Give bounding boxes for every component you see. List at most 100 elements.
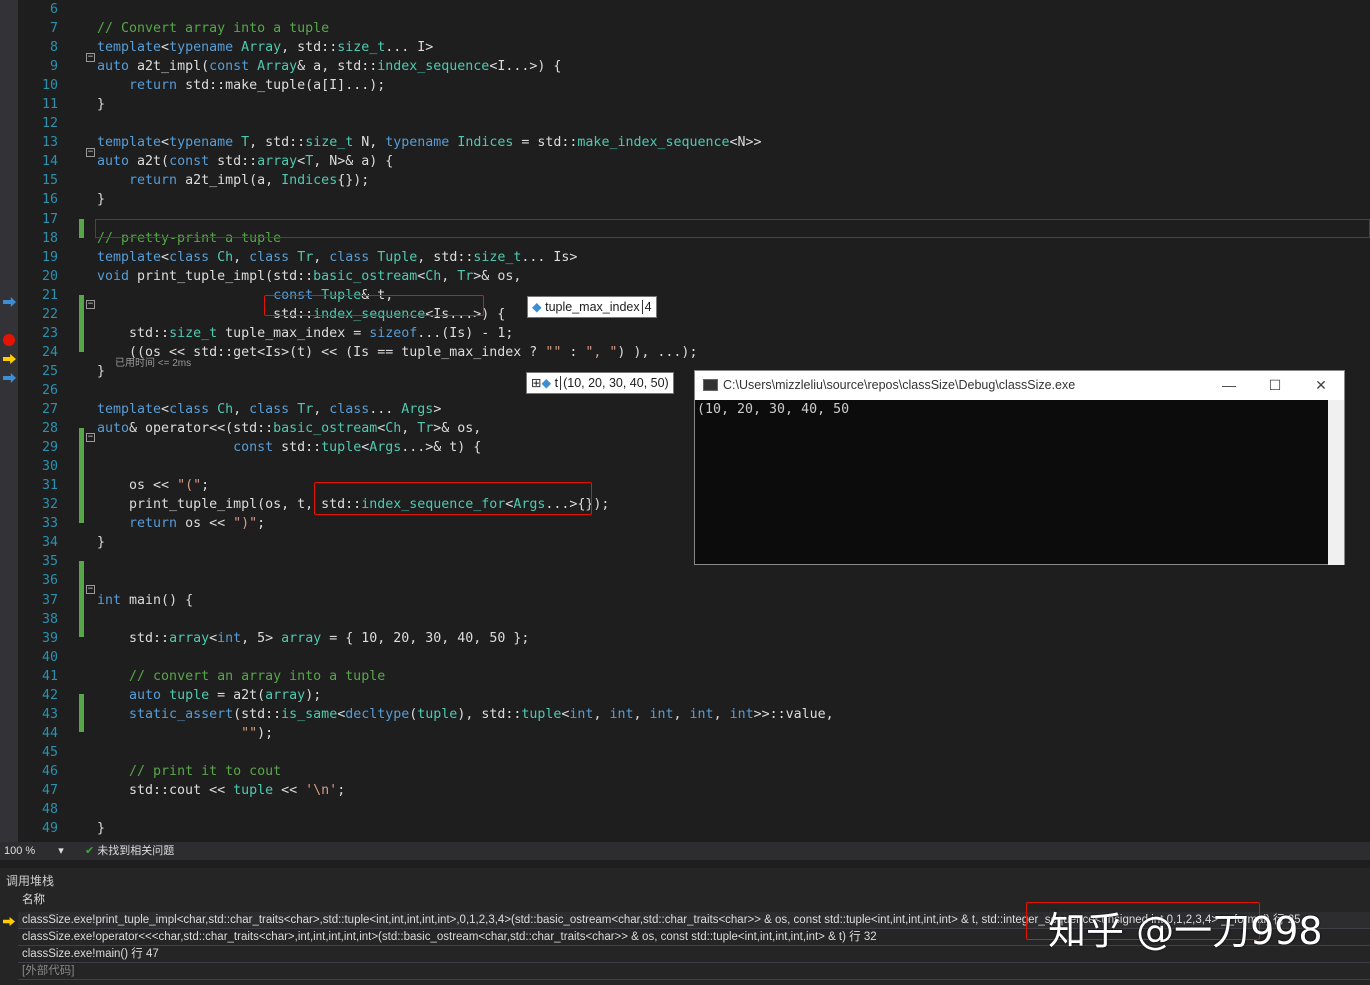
console-scrollbar[interactable]: [1328, 400, 1344, 565]
line-number: 46: [41, 763, 58, 779]
code-line[interactable]: return os << ")";: [97, 514, 265, 533]
current-line-highlight: [95, 219, 1370, 238]
line-number: 8: [49, 40, 58, 56]
line-number: 41: [41, 668, 58, 684]
zoom-dropdown[interactable]: 100 % ▾: [4, 842, 64, 860]
line-number: 21: [41, 287, 58, 303]
code-line[interactable]: // convert an array into a tuple: [97, 667, 385, 686]
console-app-icon: [703, 379, 718, 391]
line-number: 32: [41, 497, 58, 513]
code-line[interactable]: template<class Ch, class Tr, class... Ar…: [97, 400, 441, 419]
line-number: 48: [41, 802, 58, 818]
code-line[interactable]: // Convert array into a tuple: [97, 19, 329, 38]
line-number: 10: [41, 78, 58, 94]
fold-toggle[interactable]: −: [86, 585, 95, 594]
line-number: 13: [41, 135, 58, 151]
code-editor[interactable]: 6 7 // Convert array into a tuple 8 template…: [0, 0, 1370, 842]
fold-toggle[interactable]: −: [86, 53, 95, 62]
line-number: 47: [41, 783, 58, 798]
line-number: 16: [41, 192, 58, 208]
code-line[interactable]: auto& operator<<(std::basic_ostream<Ch, …: [97, 419, 481, 438]
code-line[interactable]: auto a2t(const std::array<T, N>& a) {: [97, 152, 393, 171]
line-number: 18: [41, 230, 58, 246]
datatip-tuple-max-index[interactable]: ◆ tuple_max_index 4: [527, 296, 657, 318]
line-number: 45: [41, 744, 58, 760]
elapsed-time-hint: 已用时间 <= 2ms: [115, 358, 192, 369]
console-output: (10, 20, 30, 40, 50: [697, 402, 850, 417]
call-stack-row[interactable]: [外部代码]: [18, 963, 1370, 980]
code-line[interactable]: static_assert(std::is_same<decltype(tupl…: [97, 705, 834, 724]
code-line[interactable]: template<class Ch, class Tr, class Tuple…: [97, 248, 577, 267]
line-number: 30: [41, 459, 58, 475]
code-line[interactable]: "");: [97, 724, 273, 743]
breakpoint-margin[interactable]: [0, 0, 18, 842]
line-number: 38: [41, 611, 58, 627]
code-line[interactable]: os << "(";: [97, 476, 209, 495]
change-bar: [79, 219, 84, 238]
code-line[interactable]: }: [97, 819, 105, 838]
code-line[interactable]: template<typename Array, std::size_t... …: [97, 38, 433, 57]
maximize-button[interactable]: ☐: [1252, 371, 1298, 400]
fold-toggle[interactable]: −: [86, 148, 95, 157]
bookmark-icon: [3, 373, 16, 383]
expand-icon[interactable]: ⊞: [531, 376, 541, 390]
editor-status-bar: 100 % ▾ ✔ 未找到相关问题: [0, 842, 1370, 860]
line-number: 20: [41, 268, 58, 284]
code-line[interactable]: void print_tuple_impl(std::basic_ostream…: [97, 267, 521, 286]
console-titlebar[interactable]: C:\Users\mizzleliu\source\repos\classSiz…: [695, 371, 1344, 400]
bookmark-icon: [3, 297, 16, 307]
line-number: 42: [41, 687, 58, 703]
panel-title: 调用堆栈: [6, 874, 55, 888]
code-line[interactable]: }: [97, 95, 105, 114]
line-number: 14: [41, 154, 58, 170]
line-number: 39: [41, 630, 58, 646]
code-line[interactable]: return a2t_impl(a, Indices{});: [97, 171, 369, 190]
code-line[interactable]: }: [97, 533, 105, 552]
line-number: 23: [41, 325, 58, 341]
code-line[interactable]: return std::make_tuple(a[I]...);: [97, 76, 385, 95]
line-number: 49: [41, 821, 58, 837]
line-number: 22: [41, 306, 58, 322]
code-line[interactable]: auto a2t_impl(const Array& a, std::index…: [97, 57, 561, 76]
line-number: 19: [41, 249, 58, 265]
console-window[interactable]: C:\Users\mizzleliu\source\repos\classSiz…: [694, 370, 1345, 565]
code-line[interactable]: int main() {: [97, 591, 193, 610]
line-number: 43: [41, 706, 58, 722]
datatip-t[interactable]: ⊞◆ t (10, 20, 30, 40, 50): [526, 372, 674, 394]
line-number: 11: [41, 97, 58, 113]
line-number: 35: [41, 554, 58, 570]
close-button[interactable]: ✕: [1298, 371, 1344, 400]
code-line[interactable]: template<typename T, std::size_t N, type…: [97, 133, 762, 152]
line-number: 12: [41, 116, 58, 132]
line-number: 6: [49, 1, 58, 17]
code-line[interactable]: }: [97, 362, 105, 381]
code-line[interactable]: }: [97, 190, 105, 209]
code-line[interactable]: std::array<int, 5> array = { 10, 20, 30,…: [97, 629, 529, 648]
fold-toggle[interactable]: −: [86, 433, 95, 442]
line-number: 7: [49, 21, 58, 36]
line-number: 44: [41, 725, 58, 741]
code-line[interactable]: const std::tuple<Args...>& t) {: [97, 438, 481, 457]
line-number: 26: [41, 382, 58, 398]
line-number: 33: [41, 516, 58, 532]
check-icon: ✔: [85, 845, 95, 857]
code-line[interactable]: std::size_t tuple_max_index = sizeof...(…: [97, 324, 513, 343]
variable-icon: ◆: [532, 300, 542, 314]
issues-indicator[interactable]: ✔ 未找到相关问题: [85, 842, 174, 860]
variable-icon: ◆: [541, 376, 552, 390]
line-number: 28: [41, 421, 58, 437]
console-title: C:\Users\mizzleliu\source\repos\classSiz…: [723, 378, 1076, 392]
code-line[interactable]: auto tuple = a2t(array);: [97, 686, 321, 705]
code-line[interactable]: // print it to cout: [97, 762, 281, 781]
minimize-button[interactable]: —: [1206, 371, 1252, 400]
breakpoint-icon[interactable]: [3, 334, 15, 346]
fold-toggle[interactable]: −: [86, 300, 95, 309]
change-bar: [79, 561, 84, 637]
line-number: 24: [41, 344, 58, 360]
line-number: 40: [41, 649, 58, 665]
line-number: 31: [41, 478, 58, 494]
line-number: 15: [41, 173, 58, 189]
change-bar: [79, 694, 84, 732]
highlight-box: [314, 482, 592, 515]
code-line[interactable]: std::cout << tuple << '\n';: [97, 781, 345, 800]
